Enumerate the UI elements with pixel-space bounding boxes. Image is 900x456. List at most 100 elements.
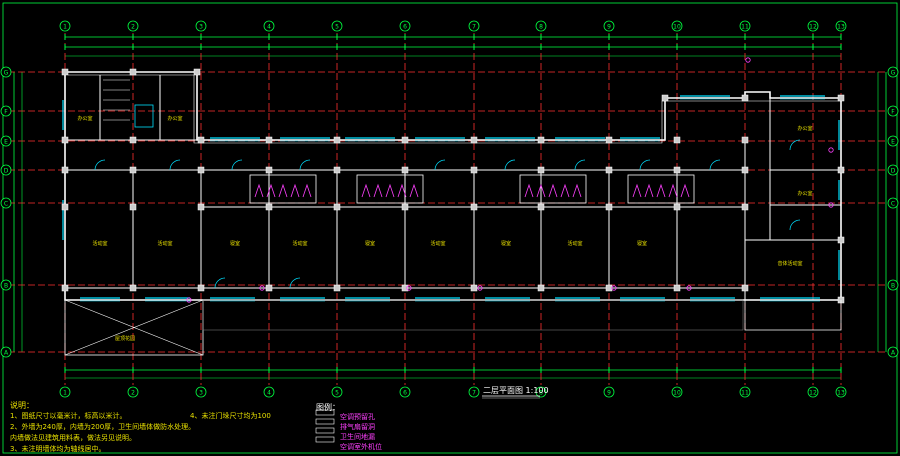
structural-column bbox=[837, 166, 845, 174]
door-swing bbox=[169, 159, 181, 171]
floor-plan-drawing: 1122334455667788991010111112121313G GF FE E… bbox=[0, 2, 899, 454]
structural-column bbox=[673, 284, 681, 292]
toilet-block bbox=[356, 174, 424, 204]
entrance-canopy bbox=[744, 300, 842, 331]
notes-block: 说明： 1、图纸尺寸以毫米计，标高以米计。 2、外墙为240厚，内墙为200厚，… bbox=[10, 400, 470, 455]
structural-column bbox=[741, 203, 749, 211]
room-label: 活动室 bbox=[567, 240, 582, 247]
axis-label-col: 7 bbox=[472, 390, 476, 397]
axis-label-col: 6 bbox=[403, 24, 407, 31]
toilet-fixture bbox=[668, 183, 678, 198]
room-label: 办公室 bbox=[797, 190, 812, 197]
axis-label-col: 6 bbox=[403, 390, 407, 397]
room-label: 寝室 bbox=[365, 240, 375, 247]
structural-column bbox=[61, 166, 69, 174]
door-swing bbox=[214, 277, 226, 289]
note-item-4: 3、未注明墙体均为轴线居中。 bbox=[10, 445, 106, 453]
axis-label-col: 5 bbox=[335, 24, 339, 31]
toilet-fixture bbox=[632, 183, 642, 198]
axis-label-col: 4 bbox=[267, 24, 271, 31]
structural-column bbox=[333, 166, 341, 174]
equipment-marker bbox=[745, 57, 751, 63]
axis-label-col: 1 bbox=[63, 24, 67, 31]
door-swing bbox=[231, 159, 243, 171]
structural-column bbox=[605, 203, 613, 211]
structural-column bbox=[673, 203, 681, 211]
door-swing bbox=[639, 159, 651, 171]
axis-label-row: D bbox=[891, 168, 896, 175]
legend-item-3: 卫生间地漏 bbox=[340, 433, 375, 441]
note-item-3: 内墙做法见建筑用料表，做法另见说明。 bbox=[10, 434, 136, 442]
cad-canvas[interactable]: 1 1 2 2 3 3 4 4 5 5 6 6 7 7 8 8 9 9 10 10 11 11 12 12 13 13 G G F F E E… bbox=[0, 0, 900, 456]
legend-items: 空调预留孔 排气扇留洞 卫生间地漏 空调室外机位 bbox=[340, 412, 382, 452]
legend-item-2: 排气扇留洞 bbox=[340, 423, 375, 431]
toilet-fixture bbox=[680, 183, 690, 198]
structural-column bbox=[401, 166, 409, 174]
door-swing bbox=[574, 159, 586, 171]
exterior-wall bbox=[64, 71, 842, 301]
door-swing bbox=[504, 159, 516, 171]
axis-label-col: 2 bbox=[131, 24, 135, 31]
structural-column bbox=[193, 68, 201, 76]
structural-column bbox=[837, 94, 845, 102]
room-label: 活动室 bbox=[430, 240, 445, 247]
exterior-wall-inner bbox=[68, 74, 842, 144]
axis-label-row: F bbox=[4, 109, 8, 116]
room-label: 办公室 bbox=[797, 125, 812, 132]
structural-column bbox=[605, 284, 613, 292]
axis-label-col: 10 bbox=[673, 390, 681, 397]
toilet-fixture bbox=[572, 183, 582, 198]
legend-header: 图例： bbox=[316, 403, 340, 412]
structural-column bbox=[741, 284, 749, 292]
axis-label-col: 1 bbox=[63, 390, 67, 397]
legend-item-1: 空调预留孔 bbox=[340, 413, 375, 421]
axis-label-col: 11 bbox=[741, 390, 749, 397]
note-item-5: 4、未注门垛尺寸均为100 bbox=[190, 412, 271, 420]
structural-column bbox=[741, 136, 749, 144]
structural-column bbox=[470, 203, 478, 211]
axis-label-col: 13 bbox=[837, 390, 845, 397]
room-label: 办公室 bbox=[77, 115, 92, 122]
structural-column bbox=[333, 284, 341, 292]
axis-label-row: B bbox=[4, 283, 8, 290]
structural-column bbox=[605, 136, 613, 144]
toilet-fixture bbox=[656, 183, 666, 198]
structural-column bbox=[837, 236, 845, 244]
toilet-fixture bbox=[254, 183, 264, 198]
room-label: 活动室 bbox=[292, 240, 307, 247]
structural-column bbox=[61, 68, 69, 76]
axis-label-col: 2 bbox=[131, 390, 135, 397]
structural-column bbox=[401, 136, 409, 144]
structural-column bbox=[61, 136, 69, 144]
door-swing bbox=[289, 277, 301, 289]
equipment-marker bbox=[828, 147, 834, 153]
axis-label-row: C bbox=[4, 201, 8, 208]
door-swing bbox=[709, 159, 721, 171]
structural-column bbox=[197, 284, 205, 292]
structural-column bbox=[537, 284, 545, 292]
door-swing bbox=[434, 159, 446, 171]
toilet-fixture bbox=[373, 183, 383, 198]
structural-column bbox=[537, 136, 545, 144]
structural-column bbox=[129, 68, 137, 76]
axis-label-col: 8 bbox=[539, 24, 543, 31]
structural-column bbox=[197, 166, 205, 174]
axis-label-row: B bbox=[891, 283, 895, 290]
structural-column bbox=[661, 94, 669, 102]
toilet-fixture bbox=[644, 183, 654, 198]
toilet-block bbox=[249, 174, 317, 204]
structural-column bbox=[470, 136, 478, 144]
axis-label-col: 3 bbox=[199, 24, 203, 31]
structural-column bbox=[470, 284, 478, 292]
axis-label-row: F bbox=[891, 109, 895, 116]
door-swing bbox=[789, 139, 801, 151]
room-label: 寝室 bbox=[637, 240, 647, 247]
structural-column bbox=[129, 166, 137, 174]
structural-column bbox=[401, 203, 409, 211]
toilet-fixture bbox=[361, 183, 371, 198]
structural-column bbox=[265, 284, 273, 292]
structural-column bbox=[265, 166, 273, 174]
axis-label-row: D bbox=[4, 168, 9, 175]
toilet-fixture bbox=[302, 183, 312, 198]
structural-column bbox=[129, 203, 137, 211]
